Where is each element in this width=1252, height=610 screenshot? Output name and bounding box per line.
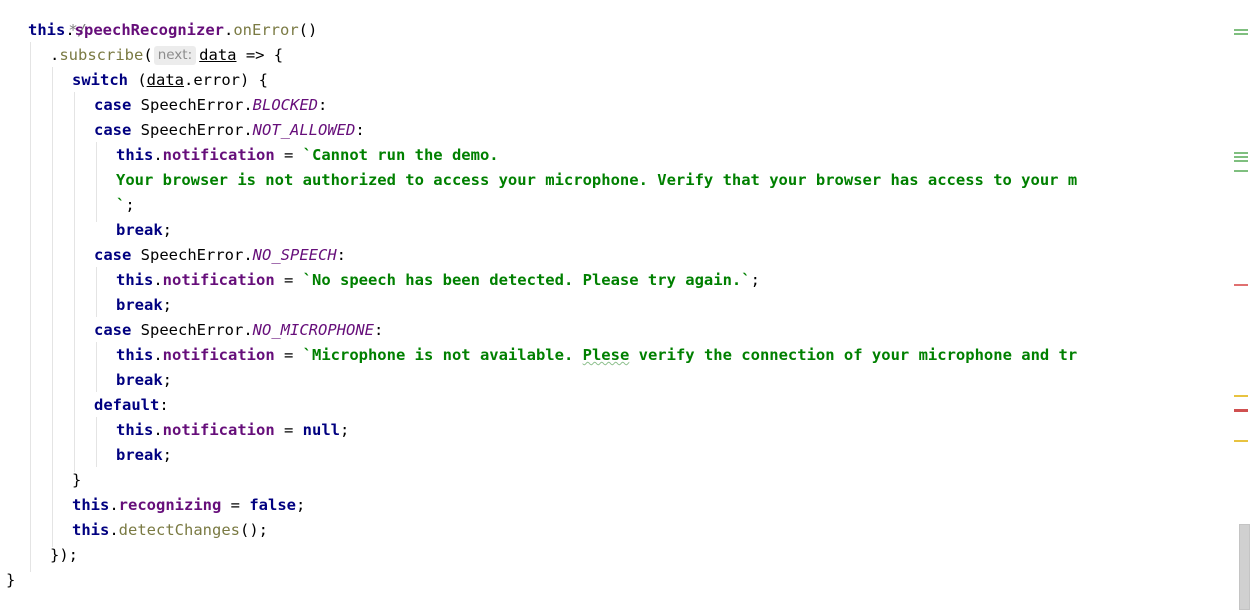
parameter-hint: next: — [153, 46, 197, 65]
param-data: data — [199, 46, 237, 64]
keyword-case: case — [94, 121, 132, 139]
indent-guide — [96, 342, 97, 392]
code-line[interactable]: break; — [116, 368, 172, 393]
scrollbar-thumb[interactable] — [1239, 524, 1250, 610]
code-line[interactable]: } — [72, 468, 81, 493]
keyword-break: break — [116, 221, 163, 239]
code-line[interactable]: case SpeechError.BLOCKED: — [94, 93, 327, 118]
keyword-null: null — [302, 421, 340, 439]
string-not-authorized: Your browser is not authorized to access… — [116, 171, 1078, 189]
property-notification: notification — [162, 271, 275, 289]
code-line[interactable]: this.notification = null; — [116, 418, 349, 443]
code-line[interactable]: switch (data.error) { — [72, 68, 268, 93]
code-line[interactable]: this.notification = `Cannot run the demo… — [116, 143, 499, 168]
code-line[interactable]: this.detectChanges(); — [72, 518, 268, 543]
property-speech-recognizer: speechRecognizer — [74, 21, 224, 39]
property-notification: notification — [162, 146, 275, 164]
code-line[interactable]: `; — [116, 193, 135, 218]
string-no-speech: `No speech has been detected. Please try… — [302, 271, 751, 289]
indent-guide — [96, 142, 97, 222]
code-line[interactable]: break; — [116, 218, 172, 243]
keyword-case: case — [94, 96, 132, 114]
keyword-break: break — [116, 296, 163, 314]
code-line[interactable]: this.recognizing = false; — [72, 493, 305, 518]
code-line[interactable]: Your browser is not authorized to access… — [116, 168, 1077, 193]
property-notification: notification — [162, 346, 275, 364]
indent-guide — [52, 67, 53, 547]
keyword-case: case — [94, 321, 132, 339]
code-line[interactable]: case SpeechError.NO_MICROPHONE: — [94, 318, 383, 343]
code-line[interactable]: */ — [31, 0, 87, 39]
keyword-this: this — [116, 271, 154, 289]
code-line[interactable]: this.notification = `Microphone is not a… — [116, 343, 1077, 368]
enum-no-microphone: NO_MICROPHONE — [252, 321, 374, 339]
method-subscribe: subscribe — [59, 46, 144, 64]
indent-guide — [30, 42, 31, 572]
code-line[interactable]: this.speechRecognizer.onError() — [28, 18, 317, 43]
code-line[interactable]: .subscribe(next: data => { — [50, 43, 283, 68]
string-backtick-close: ` — [116, 196, 126, 214]
keyword-this: this — [72, 521, 110, 539]
code-line[interactable]: } — [6, 568, 15, 593]
string-mic-typo: Plese — [582, 346, 630, 364]
param-data: data — [146, 71, 184, 89]
keyword-this: this — [116, 346, 154, 364]
keyword-this: this — [72, 496, 110, 514]
code-line[interactable]: case SpeechError.NO_SPEECH: — [94, 243, 346, 268]
code-line[interactable]: break; — [116, 293, 172, 318]
code-line[interactable]: case SpeechError.NOT_ALLOWED: — [94, 118, 365, 143]
string-mic-suffix: verify the connection of your microphone… — [629, 346, 1078, 364]
property-notification: notification — [162, 421, 275, 439]
code-line[interactable]: default: — [94, 393, 169, 418]
method-on-error: onError — [233, 21, 299, 39]
enum-speech-error: SpeechError — [140, 321, 244, 339]
string-mic-prefix: `Microphone is not available. — [302, 346, 583, 364]
string-cannot-run: `Cannot run the demo. — [302, 146, 499, 164]
enum-speech-error: SpeechError — [140, 96, 244, 114]
keyword-this: this — [28, 21, 66, 39]
code-line[interactable]: break; — [116, 443, 172, 468]
keyword-break: break — [116, 446, 163, 464]
code-editor[interactable]: */ this.speechRecognizer.onError() .subs… — [0, 0, 1232, 610]
enum-speech-error: SpeechError — [140, 121, 244, 139]
property-recognizing: recognizing — [118, 496, 222, 514]
keyword-switch: switch — [72, 71, 128, 89]
indent-guide — [96, 267, 97, 317]
method-detect-changes: detectChanges — [118, 521, 240, 539]
enum-not-allowed: NOT_ALLOWED — [252, 121, 356, 139]
code-line[interactable]: }); — [50, 543, 78, 568]
keyword-this: this — [116, 146, 154, 164]
keyword-default: default — [94, 396, 160, 414]
code-line[interactable]: this.notification = `No speech has been … — [116, 268, 760, 293]
indent-guide — [74, 92, 75, 472]
indent-guide — [96, 417, 97, 467]
keyword-false: false — [249, 496, 296, 514]
enum-blocked: BLOCKED — [252, 96, 318, 114]
vertical-scrollbar[interactable] — [1237, 0, 1252, 610]
enum-speech-error: SpeechError — [140, 246, 244, 264]
keyword-case: case — [94, 246, 132, 264]
enum-no-speech: NO_SPEECH — [252, 246, 337, 264]
keyword-break: break — [116, 371, 163, 389]
keyword-this: this — [116, 421, 154, 439]
member-error: error — [193, 71, 241, 89]
